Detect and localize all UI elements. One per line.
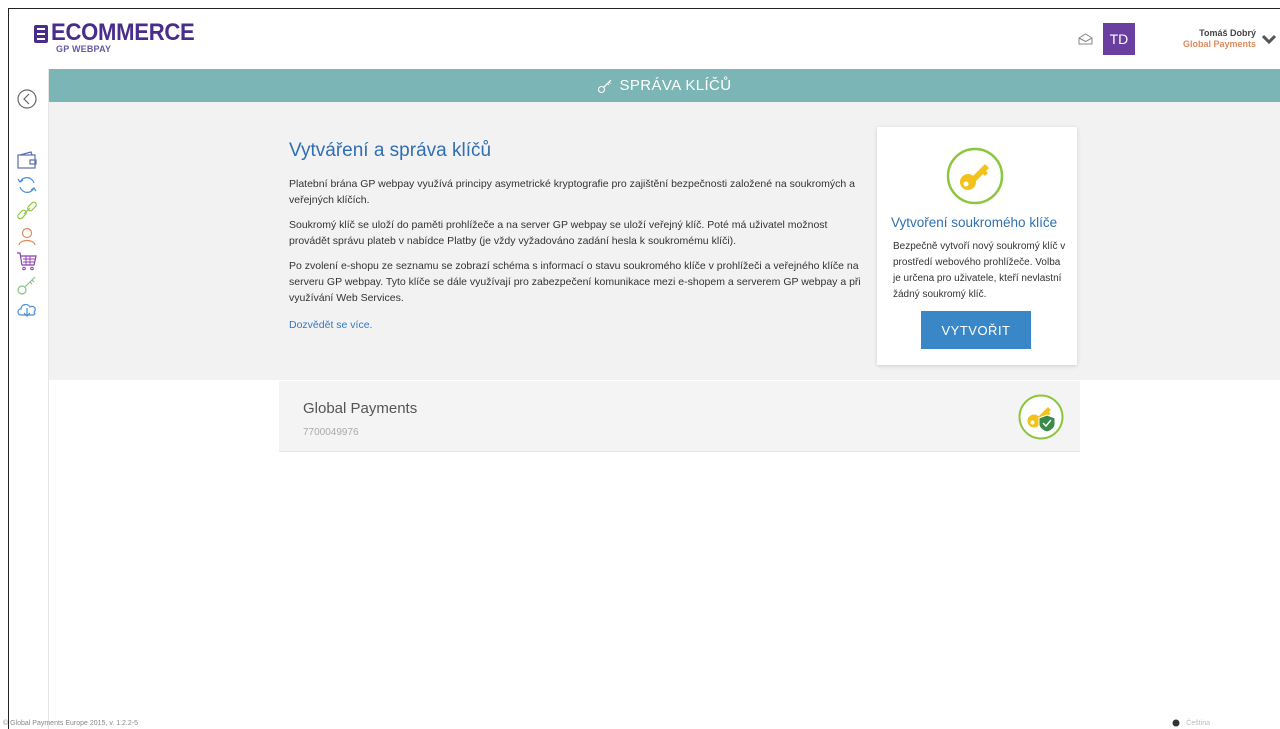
merchant-name: Global Payments xyxy=(303,400,418,417)
logo-mark-icon xyxy=(34,25,48,43)
link-icon[interactable] xyxy=(15,199,39,223)
header: ECOMMERCE GP WEBPAY TD Tomáš Dobrý Globa… xyxy=(9,9,1280,69)
cloud-download-icon[interactable] xyxy=(15,297,39,321)
globe-icon xyxy=(1172,719,1180,727)
merchant-id: 7700049976 xyxy=(303,427,359,438)
refresh-icon[interactable] xyxy=(15,173,39,197)
card-description: Bezpečně vytvoří nový soukromý klíč v pr… xyxy=(893,241,1066,300)
intro-paragraph: Platební brána GP webpay využívá princip… xyxy=(289,178,855,206)
intro-paragraph: Po zvolení e-shopu ze seznamu se zobrazí… xyxy=(289,260,861,304)
merchant-row[interactable]: Global Payments 7700049976 xyxy=(279,381,1080,452)
intro-section: Vytváření a správa klíčů Platební brána … xyxy=(49,102,1280,380)
user-name: Tomáš Dobrý xyxy=(1199,28,1256,38)
key-shield-icon xyxy=(1018,394,1064,440)
language-label: Čeština xyxy=(1186,719,1210,727)
cart-icon[interactable] xyxy=(15,249,39,273)
intro-text: Vytváření a správa klíčů Platební brána … xyxy=(289,140,864,333)
sidebar xyxy=(9,69,49,729)
intro-heading: Vytváření a správa klíčů xyxy=(289,140,492,161)
page-title: SPRÁVA KLÍČŮ xyxy=(619,77,732,94)
user-icon[interactable] xyxy=(15,224,39,248)
logo[interactable]: ECOMMERCE GP WEBPAY xyxy=(34,19,207,54)
avatar[interactable]: TD xyxy=(1102,23,1135,55)
key-icon xyxy=(598,79,612,93)
back-circle-icon[interactable] xyxy=(15,87,39,111)
app-frame: ECOMMERCE GP WEBPAY TD Tomáš Dobrý Globa… xyxy=(3,8,1280,729)
header-user-area: TD Tomáš Dobrý Global Payments xyxy=(1078,23,1280,55)
create-key-card: Vytvoření soukromého klíče Bezpečně vytv… xyxy=(877,127,1077,365)
user-company: Global Payments xyxy=(1182,39,1256,49)
language-switcher[interactable]: Čeština xyxy=(1172,719,1210,727)
logo-subtitle: GP WEBPAY xyxy=(56,44,112,54)
chevron-down-icon[interactable] xyxy=(1262,34,1276,44)
copyright: © Global Payments Europe 2015, v. 1.2.2-… xyxy=(3,720,138,727)
intro-paragraph: Soukromý klíč se uloží do paměti prohlíž… xyxy=(289,219,828,247)
card-title: Vytvoření soukromého klíče xyxy=(891,215,1058,230)
key-badge-icon xyxy=(946,147,1004,205)
logo-text: ECOMMERCE xyxy=(51,19,195,46)
wallet-icon[interactable] xyxy=(15,149,39,173)
user-info[interactable]: Tomáš Dobrý Global Payments xyxy=(1183,28,1256,50)
page-title-bar: SPRÁVA KLÍČŮ xyxy=(49,69,1280,102)
learn-more-link[interactable]: Dozvědět se více. xyxy=(289,319,372,331)
key-icon[interactable] xyxy=(15,273,39,297)
envelope-open-icon[interactable] xyxy=(1078,33,1093,45)
create-key-button[interactable]: VYTVOŘIT xyxy=(921,311,1031,349)
footer: © Global Payments Europe 2015, v. 1.2.2-… xyxy=(3,719,1280,729)
